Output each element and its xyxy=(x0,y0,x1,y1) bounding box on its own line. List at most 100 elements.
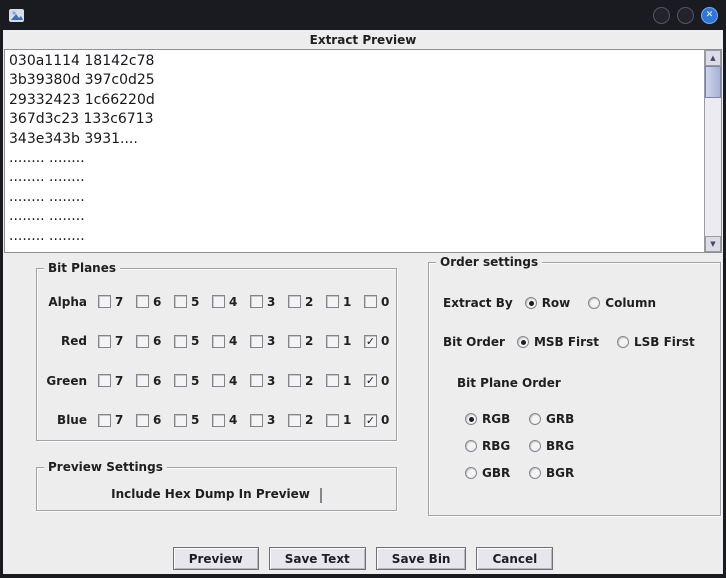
bit-number-label: 6 xyxy=(153,373,162,388)
bit-checkbox-green-1[interactable] xyxy=(326,374,339,388)
bit-checkbox-green-6[interactable] xyxy=(136,374,149,388)
bit-order-row: Bit Order MSB First LSB First xyxy=(429,334,720,350)
bit-plane-order-rgb[interactable]: RGB xyxy=(465,412,529,426)
hex-line: 367d3c23 133c6713 xyxy=(9,111,154,128)
bit-order-label: Bit Order xyxy=(443,335,505,349)
channel-label: Blue xyxy=(57,413,87,428)
bit-checkbox-alpha-6[interactable] xyxy=(136,295,149,309)
minimize-button[interactable] xyxy=(653,6,670,24)
bit-checkbox-blue-1[interactable] xyxy=(326,413,339,427)
bit-number-label: 2 xyxy=(305,334,314,349)
window-controls: ✕ xyxy=(653,6,718,24)
bit-plane-order-grb[interactable]: GRB xyxy=(529,412,720,426)
include-hex-checkbox[interactable] xyxy=(319,488,322,503)
bit-plane-order-brg[interactable]: BRG xyxy=(529,439,720,453)
hex-line: 343e343b 3931.... xyxy=(9,130,138,147)
bit-order-msb-first[interactable]: MSB First xyxy=(516,335,599,349)
bit-checkbox-green-4[interactable] xyxy=(212,374,225,388)
radio-label: GBR xyxy=(482,466,511,480)
bit-planes-rows: Alpha 7 6 5 4 3 2 1 0 Red 7 6 5 4 3 2 1 ✓ 0 Green 7 6 5 4 3 2 1 ✓ 0 B… xyxy=(37,269,396,440)
bit-plane-order-gbr[interactable]: GBR xyxy=(465,466,529,480)
bit-number-label: 6 xyxy=(153,294,162,309)
scrollbar-thumb[interactable] xyxy=(705,66,721,98)
bit-checkbox-blue-4[interactable] xyxy=(212,413,225,427)
bit-checkbox-alpha-2[interactable] xyxy=(288,295,301,309)
bit-checkbox-red-3[interactable] xyxy=(250,334,263,348)
bit-order-lsb-first[interactable]: LSB First xyxy=(616,335,695,349)
bit-cell: 6 xyxy=(136,295,174,309)
bit-number-label: 0 xyxy=(381,413,390,428)
bit-number-label: 7 xyxy=(115,373,124,388)
button-row: Preview Save Text Save Bin Cancel xyxy=(3,547,723,570)
radio-label: Row xyxy=(541,296,571,310)
close-button[interactable]: ✕ xyxy=(701,6,718,24)
bit-checkbox-red-6[interactable] xyxy=(136,334,149,348)
bit-checkbox-blue-2[interactable] xyxy=(288,413,301,427)
bit-cell: 3 xyxy=(250,413,288,427)
extract-by-column[interactable]: Column xyxy=(588,296,656,310)
bit-plane-order-label: Bit Plane Order xyxy=(457,376,561,390)
bit-cell: ✓ 0 xyxy=(364,374,402,388)
bit-cell: ✓ 0 xyxy=(364,334,402,348)
radio-label: GRB xyxy=(546,412,575,426)
bit-number-label: 0 xyxy=(381,294,390,309)
channel-label: Green xyxy=(46,373,87,388)
bit-checkbox-blue-3[interactable] xyxy=(250,413,263,427)
bit-number-label: 5 xyxy=(191,373,200,388)
bit-checkbox-blue-6[interactable] xyxy=(136,413,149,427)
bit-checkbox-red-1[interactable] xyxy=(326,334,339,348)
preview-settings-group: Preview Settings Include Hex Dump In Pre… xyxy=(36,460,397,511)
maximize-button[interactable] xyxy=(677,6,694,24)
bit-number-label: 4 xyxy=(229,334,238,349)
include-hex-label: Include Hex Dump In Preview xyxy=(111,486,310,501)
extract-by-row[interactable]: Row xyxy=(524,296,571,310)
save-text-button[interactable]: Save Text xyxy=(268,547,366,570)
bit-cell: 4 xyxy=(212,295,250,309)
radio-label: MSB First xyxy=(533,335,599,349)
scroll-up-button[interactable]: ▲ xyxy=(705,50,721,66)
hex-line: ........ ........ xyxy=(9,208,85,225)
bit-number-label: 2 xyxy=(305,294,314,309)
bit-number-label: 7 xyxy=(115,294,124,309)
bit-number-label: 5 xyxy=(191,294,200,309)
bit-checkbox-blue-7[interactable] xyxy=(98,413,111,427)
bit-checkbox-blue-5[interactable] xyxy=(174,413,187,427)
bit-checkbox-green-3[interactable] xyxy=(250,374,263,388)
order-settings-group-title: Order settings xyxy=(436,255,543,270)
bit-checkbox-red-7[interactable] xyxy=(98,334,111,348)
bit-checkbox-green-2[interactable] xyxy=(288,374,301,388)
bit-checkbox-green-5[interactable] xyxy=(174,374,187,388)
bit-checkbox-green-0[interactable]: ✓ xyxy=(364,374,377,388)
radio-icon xyxy=(529,440,541,452)
bit-checkbox-green-7[interactable] xyxy=(98,374,111,388)
bit-plane-row: Blue 7 6 5 4 3 2 1 ✓ 0 xyxy=(37,401,396,441)
bit-plane-order-bgr[interactable]: BGR xyxy=(529,466,720,480)
titlebar[interactable]: ✕ xyxy=(0,0,726,30)
preview-button[interactable]: Preview xyxy=(172,547,259,570)
vertical-scrollbar[interactable]: ▲ ▼ xyxy=(704,50,721,252)
bit-cell: 0 xyxy=(364,295,402,309)
bit-plane-row: Green 7 6 5 4 3 2 1 ✓ 0 xyxy=(37,361,396,401)
bit-checkbox-blue-0[interactable]: ✓ xyxy=(364,413,377,427)
preview-textarea[interactable]: 030a1114 18142c78 3b39380d 397c0d25 293324… xyxy=(4,49,722,253)
bit-checkbox-alpha-0[interactable] xyxy=(364,295,377,309)
bit-checkbox-alpha-4[interactable] xyxy=(212,295,225,309)
bit-checkbox-red-4[interactable] xyxy=(212,334,225,348)
bit-checkbox-red-5[interactable] xyxy=(174,334,187,348)
scroll-down-button[interactable]: ▼ xyxy=(705,236,721,252)
bit-checkbox-alpha-7[interactable] xyxy=(98,295,111,309)
bit-number-label: 2 xyxy=(305,413,314,428)
bit-plane-order-rbg[interactable]: RBG xyxy=(465,439,529,453)
bit-checkbox-red-0[interactable]: ✓ xyxy=(364,334,377,348)
bit-cell: 7 xyxy=(98,295,136,309)
bit-number-label: 4 xyxy=(229,294,238,309)
bit-checkbox-alpha-3[interactable] xyxy=(250,295,263,309)
radio-icon xyxy=(588,297,601,309)
bit-cell: 2 xyxy=(288,295,326,309)
bit-checkbox-alpha-1[interactable] xyxy=(326,295,339,309)
cancel-button[interactable]: Cancel xyxy=(476,547,554,570)
save-bin-button[interactable]: Save Bin xyxy=(375,547,467,570)
bit-checkbox-alpha-5[interactable] xyxy=(174,295,187,309)
bit-checkbox-red-2[interactable] xyxy=(288,334,301,348)
preview-text: 030a1114 18142c78 3b39380d 397c0d25 293324… xyxy=(9,52,703,250)
